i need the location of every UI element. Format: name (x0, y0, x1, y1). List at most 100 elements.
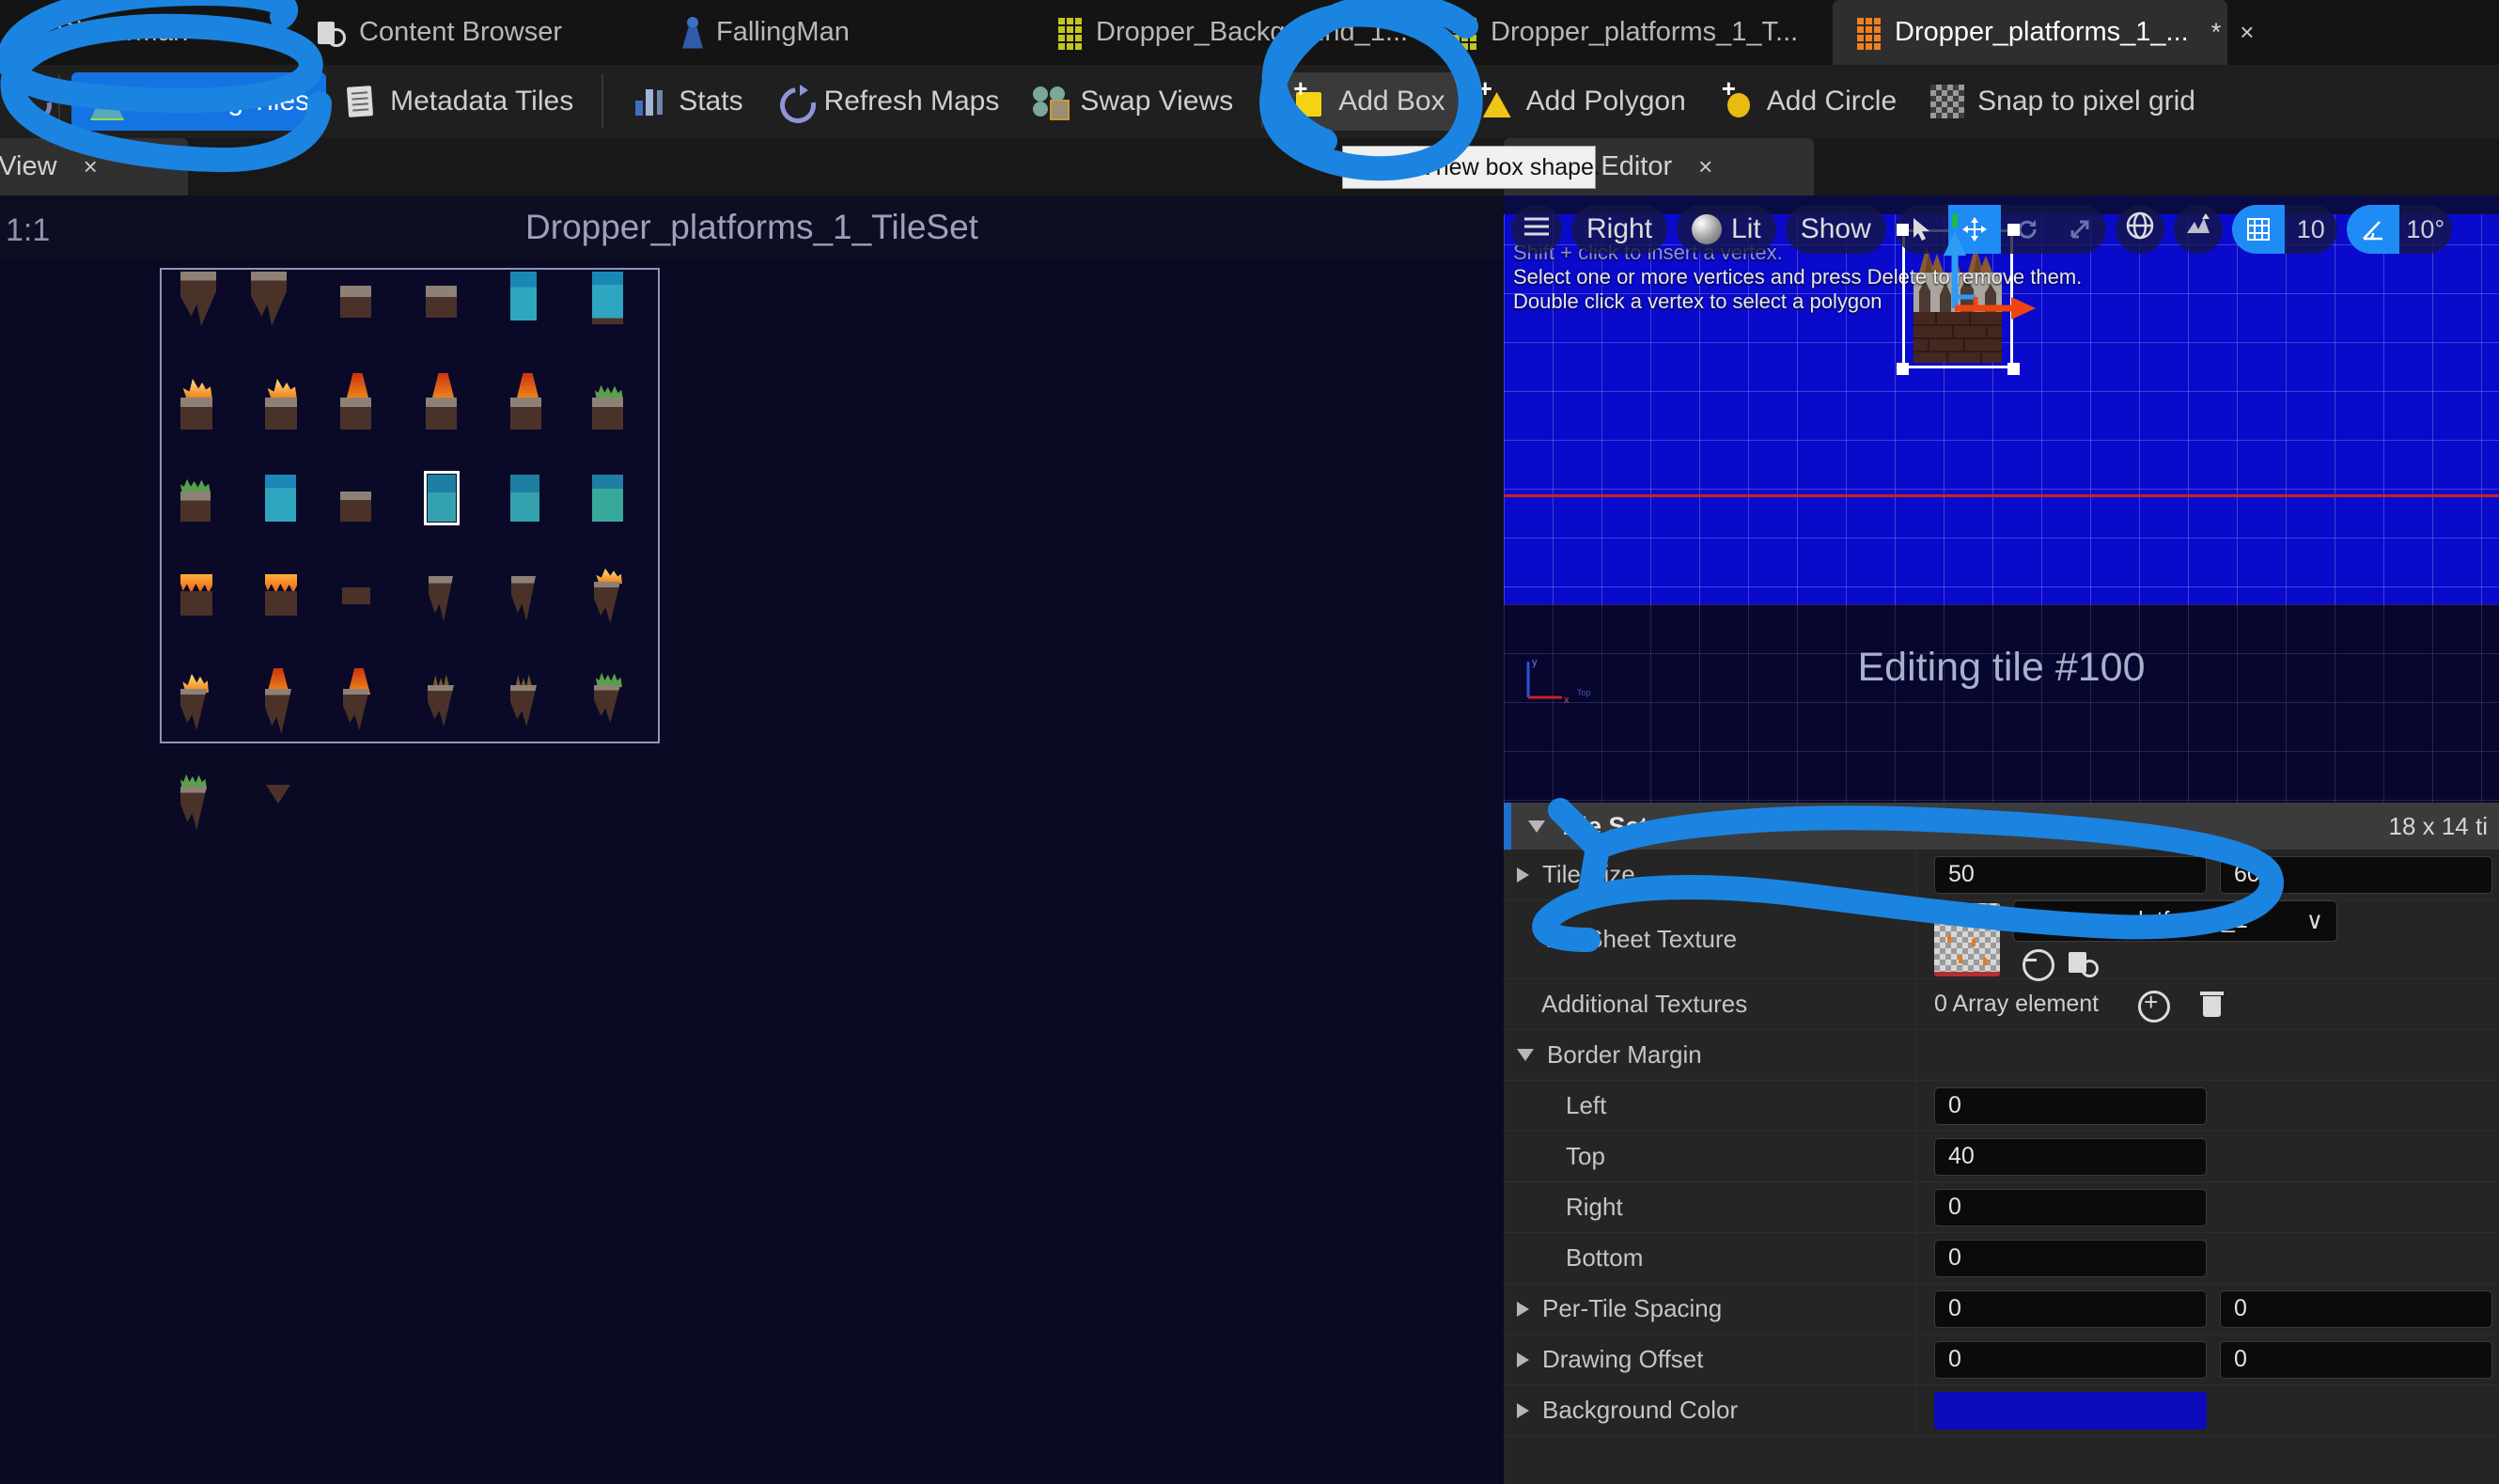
tile-item[interactable] (510, 685, 537, 726)
details-section-header[interactable]: Tile Set 18 x 14 ti (1504, 803, 2499, 850)
chevron-right-icon[interactable] (1517, 1301, 1529, 1317)
document-tab-dieverman[interactable]: DieverMan (0, 0, 291, 65)
tile-item[interactable] (342, 587, 370, 604)
tile-item[interactable] (267, 379, 297, 399)
tile-item[interactable] (266, 785, 290, 804)
collision-box-handle-bl[interactable] (1897, 363, 1909, 375)
toolbar-refresh-maps-button[interactable]: Refresh Maps (760, 72, 1017, 131)
tile-item[interactable] (340, 398, 371, 430)
toolbar-add-box-button[interactable]: Add Box (1274, 72, 1462, 131)
tile-item[interactable] (180, 591, 212, 616)
tile-item[interactable] (426, 286, 457, 318)
document-tab-dropper-background[interactable]: Dropper_Background_1... (1034, 0, 1429, 65)
grid-snap-icon[interactable] (2231, 205, 2285, 254)
delete-array-icon[interactable] (2196, 989, 2228, 1021)
tile-item[interactable] (180, 398, 212, 430)
document-tab-dropper-platforms-tileset[interactable]: Dropper_platforms_1_T... (1429, 0, 1833, 65)
viewport-show-button[interactable]: Show (1785, 205, 1886, 254)
chevron-right-icon[interactable] (1517, 1351, 1529, 1367)
tile-item[interactable] (180, 272, 216, 326)
tile-sheet-canvas[interactable] (160, 268, 660, 830)
tile-item[interactable] (429, 576, 453, 621)
chevron-down-icon[interactable] (1517, 1049, 1534, 1061)
tile-item[interactable] (596, 569, 622, 584)
selected-tile-highlight[interactable] (424, 471, 460, 525)
toolbar-stats-button[interactable]: Stats (615, 72, 759, 131)
toolbar-colliding-tiles-button[interactable]: Colliding Tiles (71, 72, 327, 131)
chevron-right-icon[interactable] (1517, 867, 1529, 883)
viewport-lighting-button[interactable]: Lit (1677, 205, 1776, 254)
tile-item[interactable] (511, 576, 536, 621)
tile-size-x-input[interactable]: 50 (1934, 855, 2207, 894)
border-margin-right-input[interactable]: 0 (1934, 1188, 2207, 1226)
chevron-right-icon[interactable] (1517, 1402, 1529, 1418)
tile-item[interactable] (343, 689, 369, 730)
angle-snap-value[interactable]: 10° (2399, 205, 2452, 254)
toolbar-metadata-tiles-button[interactable]: Metadata Tiles (326, 72, 590, 131)
add-array-element-icon[interactable] (2136, 986, 2171, 1023)
close-icon[interactable]: × (84, 152, 98, 181)
tile-item[interactable] (182, 379, 212, 399)
per-tile-spacing-y-input[interactable]: 0 (2220, 1289, 2492, 1328)
tile-item[interactable] (265, 475, 296, 522)
tile-item[interactable] (180, 492, 211, 522)
toolbar-swap-views-button[interactable]: Swap Views (1016, 72, 1250, 131)
tile-item[interactable] (180, 787, 207, 830)
texture-select[interactable]: Dropper_platforms_1 ∨ (2013, 899, 2337, 942)
drawing-offset-x-input[interactable]: 0 (1934, 1340, 2207, 1379)
grid-snap-value[interactable]: 10 (2285, 205, 2337, 254)
tile-item[interactable] (426, 398, 457, 430)
tile-item[interactable] (594, 582, 620, 623)
browse-asset-icon[interactable] (2068, 947, 2100, 979)
tile-item[interactable] (180, 574, 212, 593)
undo-icon[interactable] (13, 85, 47, 118)
tile-item[interactable] (180, 773, 207, 789)
border-margin-left-input[interactable]: 0 (1934, 1086, 2207, 1125)
tile-item[interactable] (251, 272, 287, 326)
tile-item[interactable] (515, 674, 533, 687)
tile-item[interactable] (592, 398, 623, 430)
angle-snap-icon[interactable] (2346, 205, 2399, 254)
viewport-camera-button[interactable]: Right (1571, 205, 1668, 254)
background-color-swatch[interactable] (1934, 1391, 2207, 1429)
close-icon[interactable]: × (1698, 152, 1712, 181)
texture-thumbnail[interactable] (1934, 902, 2000, 976)
border-margin-top-input[interactable]: 40 (1934, 1137, 2207, 1176)
toolbar-add-circle-button[interactable]: Add Circle (1703, 72, 1913, 131)
tile-item[interactable] (265, 591, 297, 616)
tile-item[interactable] (428, 685, 454, 726)
tile-item[interactable] (265, 689, 291, 734)
panel-tab-tileset-view[interactable]: et View × (0, 138, 188, 195)
surface-snap-button[interactable] (2173, 205, 2223, 254)
toolbar-snap-to-pixel-grid-button[interactable]: Snap to pixel grid (1913, 72, 2212, 131)
coordinate-space-button[interactable] (2115, 205, 2164, 254)
tile-item[interactable] (510, 475, 539, 522)
tile-item[interactable] (340, 492, 371, 522)
tile-item[interactable] (265, 574, 297, 593)
document-tab-dropper-platforms-active[interactable]: Dropper_platforms_1_... * × (1833, 0, 2254, 65)
tile-item[interactable] (265, 398, 297, 430)
tile-item[interactable] (432, 674, 450, 687)
tile-item[interactable] (180, 689, 207, 730)
move-gizmo[interactable] (1917, 214, 2086, 388)
tile-size-y-input[interactable]: 60 (2220, 855, 2492, 894)
chevron-down-icon[interactable] (1528, 820, 1545, 833)
tile-item[interactable] (596, 672, 622, 687)
close-icon[interactable]: × (2240, 18, 2254, 47)
chevron-down-icon[interactable]: ∨ (2306, 907, 2323, 935)
tile-item[interactable] (592, 272, 623, 324)
document-tab-content-browser[interactable]: Content Browser (291, 0, 658, 65)
tile-item[interactable] (594, 685, 620, 723)
viewport-menu-button[interactable] (1511, 205, 1562, 254)
per-tile-spacing-x-input[interactable]: 0 (1934, 1289, 2207, 1328)
drawing-offset-y-input[interactable]: 0 (2220, 1340, 2492, 1379)
tile-item[interactable] (592, 475, 623, 522)
tile-item[interactable] (510, 272, 537, 320)
document-tab-fallingman[interactable]: FallingMan (658, 0, 1034, 65)
border-margin-bottom-input[interactable]: 0 (1934, 1239, 2207, 1277)
single-tile-editor-viewport[interactable]: Right Lit Show 10 10° + insert Select on… (1504, 195, 2499, 803)
tile-item[interactable] (510, 398, 541, 430)
tile-item[interactable] (340, 286, 371, 318)
use-selected-asset-icon[interactable] (2021, 947, 2054, 981)
collision-box-handle-tl[interactable] (1897, 224, 1909, 236)
